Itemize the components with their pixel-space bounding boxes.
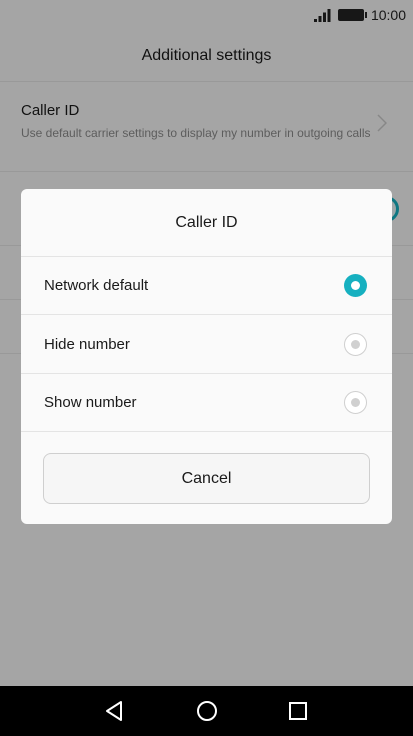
option-hide-number[interactable]: Hide number bbox=[21, 316, 392, 374]
recents-icon[interactable] bbox=[285, 698, 311, 724]
option-label: Network default bbox=[44, 277, 149, 294]
option-network-default[interactable]: Network default bbox=[21, 257, 392, 315]
navigation-bar bbox=[0, 686, 413, 736]
home-icon[interactable] bbox=[194, 698, 220, 724]
back-icon[interactable] bbox=[102, 698, 128, 724]
option-show-number[interactable]: Show number bbox=[21, 374, 392, 432]
radio-button[interactable] bbox=[344, 391, 367, 414]
dialog-title: Caller ID bbox=[21, 189, 392, 257]
option-label: Show number bbox=[44, 394, 137, 411]
cancel-button[interactable]: Cancel bbox=[43, 453, 370, 504]
radio-button-selected[interactable] bbox=[344, 274, 367, 297]
screen: 10:00 Additional settings Caller ID Use … bbox=[0, 0, 413, 736]
option-label: Hide number bbox=[44, 336, 130, 353]
caller-id-dialog: Caller ID Network default Hide number Sh… bbox=[21, 189, 392, 524]
radio-button[interactable] bbox=[344, 333, 367, 356]
